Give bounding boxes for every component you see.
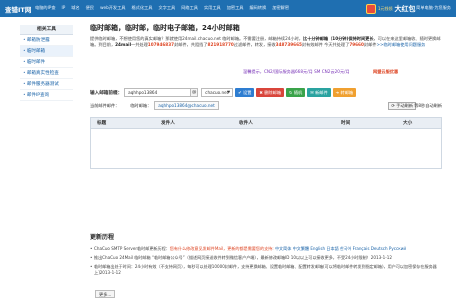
bullet-icon: • [23, 49, 26, 54]
nav-item[interactable]: 加密解密 [272, 5, 289, 11]
nav-item[interactable]: 格式化工具 [131, 5, 152, 11]
col-size: 大小 [403, 121, 413, 126]
nav-item[interactable]: 加密工具 [227, 5, 244, 11]
sidebar-item-label: 邮件服务器测试 [26, 82, 59, 87]
auto-refresh-text: 等8秒自动刷新 [414, 102, 442, 108]
sidebar-item-label: 临时邮件 [26, 60, 46, 65]
current-address[interactable]: aqhhpo13864@chacuo.net [154, 101, 219, 110]
at-sign: @ [191, 88, 199, 97]
notice-promo[interactable]: 网盟云服优惠 [373, 69, 398, 75]
delete-button-label: 删除邮箱 [264, 90, 282, 95]
prefix-label: 输入邮箱前缀： [90, 90, 123, 96]
nav-item[interactable]: web开发工具 [100, 5, 125, 11]
bullet-icon: • [23, 71, 26, 76]
new-mail-button[interactable]: ✉ 新邮件 [307, 88, 331, 97]
main-content: 临时邮箱，临时邮，临时电子邮箱，24小时邮箱 提供临时邮箱，不想使用您的真实邮箱… [90, 23, 442, 169]
desc-highlight: 比十分钟邮箱（10分钟)保持时间更长 [302, 36, 374, 41]
stat-count: 107946837 [147, 42, 175, 47]
table-header: 标题 发件人 收件人 时间 大小 [91, 118, 441, 129]
random-button[interactable]: ↻ 随机 [286, 88, 306, 97]
bullet-icon: • [23, 82, 26, 87]
site-logo[interactable]: 查错IT网 [5, 4, 31, 14]
refresh-button[interactable]: ⟳ 手动刷新 [388, 101, 416, 110]
current-mailbox-row: 当前邮件邮件： 临时邮箱： aqhhpo13864@chacuo.net ⟳ 手… [90, 101, 442, 110]
desc-text: 封邮件 [363, 42, 377, 47]
col-recipient: 收件人 [239, 121, 253, 126]
bullet-icon: • [23, 93, 26, 98]
gift-icon [366, 3, 376, 14]
desc-text: 过滤邮件，转发，接收 [233, 42, 276, 47]
inbox-table: 标题 发件人 收件人 时间 大小 [90, 117, 442, 169]
promo-text: 1元钱领 [378, 5, 393, 11]
header-right-link[interactable]: 简单电脑·为您服务 [416, 5, 451, 11]
list-item: 推出ChaCuo 24Mail 临时邮箱 “临时邮箱公众号”（描述网页接送收件转… [90, 255, 440, 261]
sidebar-item-label: 临时邮箱 [26, 49, 46, 54]
temp-mail-label: 临时邮箱： [130, 102, 152, 108]
page-title: 临时邮箱，临时邮，临时电子邮箱，24小时邮箱 [90, 24, 240, 32]
sidebar-item-label: 邮箱真实性检查 [26, 71, 59, 76]
nav-item[interactable]: 便民 [86, 5, 94, 11]
col-subject: 标题 [97, 121, 107, 126]
nav-item[interactable]: 实用工具 [204, 5, 221, 11]
refresh-label: 手动刷新 [396, 102, 413, 108]
update-history: 更新历程 ChaCuo SMTP Server临时邮更新历程：您有什么修改意见发… [90, 232, 440, 279]
desc-text: 提供临时邮箱，不想使用您的真实邮箱？那就使用24mail.chacuo.net … [90, 36, 303, 41]
sidebar: 相关工具 •邮箱防泄露 •临时邮箱 •临时邮件 •邮箱真实性检查 •邮件服务器测… [20, 25, 73, 101]
prefix-input[interactable]: aqhhpo13864 [124, 88, 192, 97]
forward-button[interactable]: ➜ 转邮箱 [332, 88, 357, 97]
list-item: ChaCuo SMTP Server临时邮更新历程：您有什么修改意见发邮件Mai… [90, 246, 440, 252]
update-text: ChaCuo SMTP Server临时邮更新历程： [94, 246, 170, 251]
domain-value: chacuo.net [205, 90, 229, 95]
top-nav-bar: 查错IT网 电脑的IP查 IP 域名 便民 web开发工具 格式化工具 文字工具… [0, 0, 456, 17]
new-mail-button-label: 新邮件 [315, 90, 328, 95]
sidebar-item[interactable]: •邮箱防泄露 [20, 35, 73, 46]
sidebar-item-label: 邮箱防泄露 [26, 38, 50, 43]
random-button-label: 随机 [293, 90, 303, 95]
sidebar-item[interactable]: •邮件IP查询 [20, 90, 73, 101]
red-packet-promo[interactable]: 1元钱领 大红包 [366, 2, 416, 15]
desc-text: 一共处理 [131, 42, 148, 47]
description: 提供临时邮箱，不想使用您的真实邮箱？那就使用24mail.chacuo.net … [90, 36, 442, 48]
nav-item[interactable]: 文字工具 [158, 5, 175, 11]
col-time: 时间 [341, 121, 351, 126]
set-button[interactable]: ✔ 设置 [235, 88, 255, 97]
help-link[interactable]: >>临时邮箱使用问题服务 [376, 42, 425, 47]
desc-text: 封有效邮件 今天共处理了 [301, 42, 350, 47]
sidebar-item-label: 邮件IP查询 [26, 93, 50, 98]
nav-item[interactable]: 网络工具 [181, 5, 198, 11]
update-highlight: 您有什么修改意见发邮件Mail，更新的都是需要您的支持: [169, 246, 274, 251]
bullet-icon: • [23, 38, 26, 43]
update-title: 更新历程 [90, 234, 115, 241]
bullet-icon: • [23, 60, 26, 65]
forward-button-label: 转邮箱 [340, 90, 354, 95]
domain-select[interactable]: chacuo.net ▼ [201, 88, 234, 97]
nav-item[interactable]: IP [62, 5, 66, 11]
stat-count: 348739665 [275, 42, 302, 47]
list-item: 临时邮箱出处于时间：24小时有效（不支持网页），每秒可以处理10000封邮件，支… [90, 264, 440, 276]
sidebar-title: 相关工具 [20, 25, 73, 35]
mail-toolbar: 输入邮箱前缀： aqhhpo13864 @ chacuo.net ▼ ✔ 设置 ✖… [90, 87, 442, 98]
notice-ad[interactable]: 温馨提示，CN2/国际服务器668元/月 SM CN2云20元/月 [243, 69, 350, 75]
delete-mailbox-button[interactable]: ✖ 删除邮箱 [256, 88, 285, 97]
sidebar-item[interactable]: •临时邮箱 [20, 46, 73, 57]
stat-count: 79660 [349, 42, 364, 47]
col-sender: 发件人 [161, 121, 175, 126]
stat-count: 821918770 [207, 42, 234, 47]
nav-item[interactable]: 域名 [71, 5, 79, 11]
sidebar-item[interactable]: •邮箱真实性检查 [20, 68, 73, 79]
more-button[interactable]: 更多... [95, 290, 116, 298]
promo-title: 大红包 [394, 4, 416, 13]
set-button-label: 设置 [243, 90, 252, 95]
sidebar-item[interactable]: •邮件服务器测试 [20, 79, 73, 90]
language-links[interactable]: 中文简体 中文繁體 English 日本語 한국어 Français Deuts… [275, 246, 406, 251]
nav-item[interactable]: 编码转换 [250, 5, 267, 11]
sidebar-item[interactable]: •临时邮件 [20, 57, 73, 68]
nav-item[interactable]: 电脑的IP查 [35, 5, 56, 11]
chevron-down-icon: ▼ [227, 90, 231, 94]
desc-text: 封邮件，共阻挡了 [174, 42, 208, 47]
desc-highlight: 24mail [115, 42, 132, 47]
current-label: 当前邮件邮件： [90, 102, 120, 108]
main-nav: 电脑的IP查 IP 域名 便民 web开发工具 格式化工具 文字工具 网络工具 … [35, 5, 289, 11]
